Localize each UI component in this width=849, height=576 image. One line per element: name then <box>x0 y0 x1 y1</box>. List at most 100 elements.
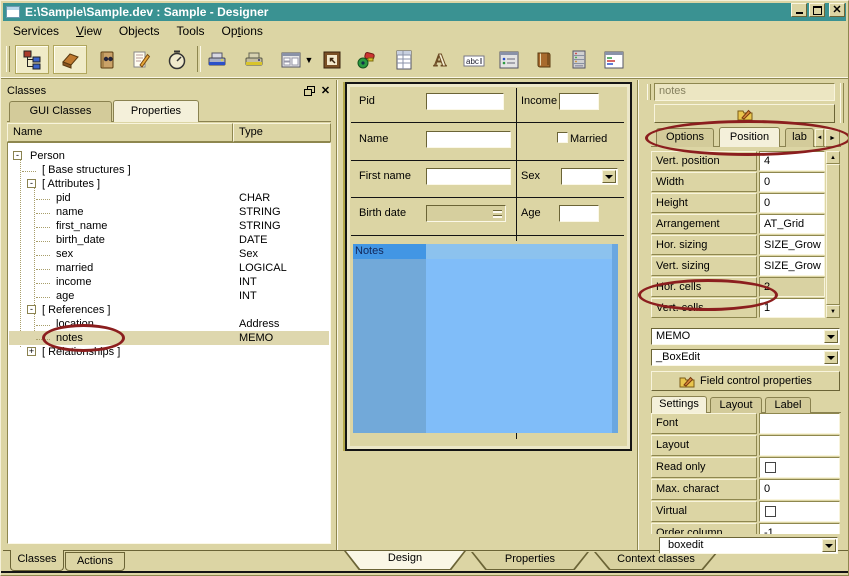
server-button[interactable] <box>568 49 590 71</box>
field-type-dropdown[interactable]: MEMO <box>651 328 840 345</box>
toolbar-dropdown-arrow[interactable]: ▼ <box>303 49 315 71</box>
scroll-thumb[interactable] <box>826 164 840 305</box>
stopwatch-button[interactable] <box>166 49 188 71</box>
prop-value-arrangement[interactable]: AT_Grid <box>759 214 825 234</box>
prop-label-hor-cells[interactable]: Hor. cells <box>651 277 757 297</box>
tree-row-income[interactable]: income INT <box>9 275 329 289</box>
scroll-down-button[interactable]: ▼ <box>826 305 840 318</box>
menu-options[interactable]: Options <box>222 22 263 40</box>
tree-row-sex[interactable]: sex Sex <box>9 247 329 261</box>
virtual-checkbox[interactable] <box>765 506 776 517</box>
tab-classes-bottom[interactable]: Classes <box>10 550 64 571</box>
prop-label-vert-position[interactable]: Vert. position <box>651 151 757 171</box>
tab-label-truncated[interactable]: lab <box>785 128 814 147</box>
font-button[interactable]: A <box>429 49 451 71</box>
scroll-up-button[interactable]: ▲ <box>826 151 840 164</box>
first-name-input[interactable] <box>426 168 511 185</box>
prop-label-hor-sizing[interactable]: Hor. sizing <box>651 235 757 255</box>
book-button[interactable] <box>533 49 555 71</box>
tree-row-first-name[interactable]: first_name STRING <box>9 219 329 233</box>
age-input[interactable] <box>559 205 599 222</box>
report-table-button[interactable] <box>393 49 415 71</box>
control-class-dropdown[interactable]: _BoxEdit <box>651 349 840 366</box>
form-list-button[interactable] <box>498 49 520 71</box>
name-input[interactable] <box>426 131 511 148</box>
prop-label-order-column[interactable]: Order column <box>651 523 757 534</box>
preview-frame-button[interactable] <box>321 49 343 71</box>
menu-view[interactable]: View <box>76 22 102 40</box>
field-type-dropdown-arrow-icon[interactable] <box>824 330 838 343</box>
printer-blue-button[interactable] <box>206 49 228 71</box>
eraser-button[interactable] <box>53 45 87 74</box>
menu-objects[interactable]: Objects <box>119 22 160 40</box>
prop-label-vert-cells[interactable]: Vert. cells <box>651 298 757 318</box>
tree-row-relationships[interactable]: + [ Relationships ] <box>9 345 329 359</box>
field-control-properties-button[interactable]: Field control properties <box>651 371 840 391</box>
title-bar[interactable]: E:\Sample\Sample.dev : Sample - Designer <box>3 3 846 21</box>
notes-memo-scrollbar[interactable] <box>612 244 618 433</box>
class-tree-button[interactable] <box>15 45 49 74</box>
tree-collapse-icon[interactable]: - <box>13 151 22 160</box>
control-class-dropdown-arrow-icon[interactable] <box>824 351 838 364</box>
column-header-type[interactable]: Type <box>233 123 331 142</box>
prop-label-width[interactable]: Width <box>651 172 757 192</box>
menu-services[interactable]: Services <box>13 22 59 40</box>
address-book-button[interactable] <box>96 49 118 71</box>
column-header-name[interactable]: Name <box>7 123 233 142</box>
minimize-button[interactable] <box>791 3 807 17</box>
prop-label-max-charact[interactable]: Max. charact <box>651 479 757 500</box>
date-picker-icon[interactable] <box>493 210 502 220</box>
prop-label-vert-sizing[interactable]: Vert. sizing <box>651 256 757 276</box>
prop-label-read-only[interactable]: Read only <box>651 457 757 478</box>
close-panel-button[interactable]: ✕ <box>319 85 332 97</box>
tab-properties-bottom[interactable]: Properties <box>471 552 589 570</box>
tree-row-notes[interactable]: notes MEMO <box>9 331 329 345</box>
prop-value-order-column[interactable]: -1 <box>759 523 840 534</box>
tree-row-name[interactable]: name STRING <box>9 205 329 219</box>
tab-actions-bottom[interactable]: Actions <box>65 552 125 571</box>
tree-row-age[interactable]: age INT <box>9 289 329 303</box>
prop-grid-scrollbar[interactable]: ▲ ▼ <box>826 151 840 318</box>
tab-gui-classes[interactable]: GUI Classes <box>9 101 112 122</box>
edit-note-button[interactable] <box>131 49 153 71</box>
prop-value-hor-cells[interactable]: 2 <box>759 277 825 297</box>
tree-expand-icon[interactable]: + <box>27 347 36 356</box>
code-window-button[interactable] <box>603 49 625 71</box>
tab-label[interactable]: Label <box>765 397 811 413</box>
notes-field-label[interactable]: Notes <box>353 244 426 259</box>
right-panel-grip[interactable] <box>647 84 651 100</box>
prop-value-layout[interactable] <box>759 435 840 456</box>
prop-value-vert-cells[interactable]: 1 <box>759 298 825 318</box>
tree-row-references[interactable]: - [ References ] <box>9 303 329 317</box>
form-window-button[interactable] <box>280 49 302 71</box>
tree-collapse-icon[interactable]: - <box>27 179 36 188</box>
toolbar-grip[interactable] <box>6 46 10 72</box>
prop-value-font[interactable] <box>759 413 840 434</box>
printer-yellow-button[interactable] <box>243 49 265 71</box>
tree-row-attributes[interactable]: - [ Attributes ] <box>9 177 329 191</box>
prop-label-virtual[interactable]: Virtual <box>651 501 757 522</box>
prop-label-font[interactable]: Font <box>651 413 757 434</box>
boxedit-dropdown-arrow-icon[interactable] <box>822 539 836 552</box>
abc-edit-button[interactable]: abc <box>463 49 485 71</box>
notes-field-label-column[interactable] <box>353 259 426 433</box>
birth-date-input[interactable] <box>426 205 506 222</box>
tree-row-pid[interactable]: pid CHAR <box>9 191 329 205</box>
prop-value-vert-position[interactable]: 4 <box>759 151 825 171</box>
tab-scroll-left-button[interactable]: ◄ <box>815 129 824 147</box>
prop-value-read-only[interactable] <box>759 457 840 478</box>
prop-value-max-charact[interactable]: 0 <box>759 479 840 500</box>
prop-value-hor-sizing[interactable]: SIZE_Grow <box>759 235 825 255</box>
married-checkbox[interactable] <box>557 132 568 143</box>
prop-value-width[interactable]: 0 <box>759 172 825 192</box>
tab-settings[interactable]: Settings <box>651 396 707 413</box>
income-input[interactable] <box>559 93 599 110</box>
prop-value-vert-sizing[interactable]: SIZE_Grow <box>759 256 825 276</box>
sex-dropdown-arrow-icon[interactable] <box>602 170 616 183</box>
tree-collapse-icon[interactable]: - <box>27 305 36 314</box>
edit-field-button[interactable] <box>654 104 835 123</box>
menu-tools[interactable]: Tools <box>177 22 205 40</box>
prop-value-height[interactable]: 0 <box>759 193 825 213</box>
tab-design[interactable]: Design <box>344 551 466 570</box>
tree-row-base-structures[interactable]: [ Base structures ] <box>9 163 329 177</box>
